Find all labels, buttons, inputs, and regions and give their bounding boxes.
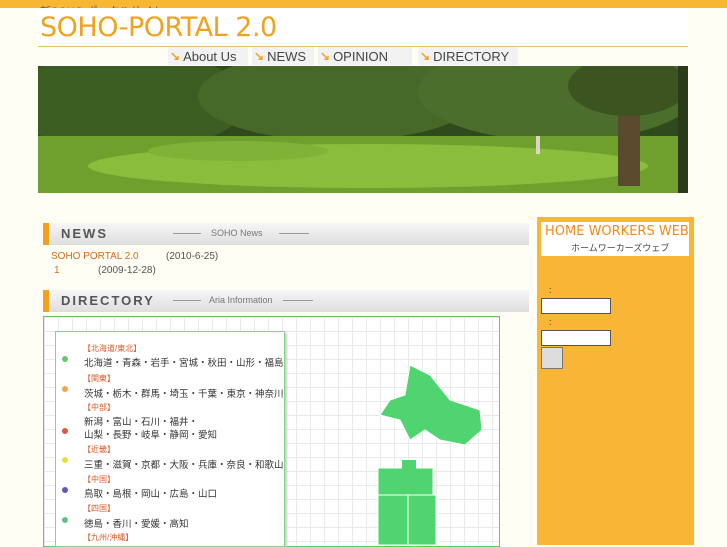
nav-about-us[interactable]: ↘ About Us [168,47,248,65]
banner-subtitle: ホームワーカーズウェブ [571,243,670,253]
map-region-west[interactable] [377,494,409,545]
login-field-label: : [549,285,552,295]
password-input[interactable] [541,330,611,346]
map-region-tip[interactable] [402,460,416,470]
region-prefectures[interactable]: 北海道・青森・岩手・宮城・秋田・山形・福島 [84,355,284,369]
region-prefectures[interactable]: 徳島・香川・愛媛・高知 [84,516,189,530]
region-prefectures[interactable]: 山梨・長野・岐阜・静岡・愛知 [84,427,217,441]
news-item[interactable]: SOHO PORTAL 2.0 [51,251,139,262]
login-button[interactable] [541,347,563,369]
region-heading: 【北海道/東北】 [83,344,142,353]
region-bullet-icon [62,457,68,463]
region-bullet-icon [62,428,68,434]
nav-label: DIRECTORY [433,48,510,64]
divider [283,300,313,301]
region-bullet-icon [62,487,68,493]
news-title: NEWS [61,226,108,241]
nav-directory[interactable]: ↘ DIRECTORY [418,47,518,65]
region-prefectures[interactable]: 茨城・栃木・群馬・埼玉・千葉・東京・神奈川 [84,386,284,400]
home-workers-web-banner[interactable]: HOME WORKERS WEB ホームワーカーズウェブ [541,222,689,256]
header-logo-area: SOHO-PORTAL 2.0 [38,8,688,47]
news-item-date: (2010-6-25) [166,251,219,262]
nav-news[interactable]: ↘ NEWS [252,47,314,65]
region-prefectures[interactable]: 鳥取・島根・岡山・広島・山口 [84,486,217,500]
japan-map[interactable] [370,360,490,545]
arrow-icon: ↘ [170,49,181,63]
divider [173,233,201,234]
news-item-title[interactable]: 1 [54,265,60,276]
directory-header: DIRECTORY Aria Information [43,290,529,312]
news-subtitle: SOHO News [211,228,263,238]
arrow-icon: ↘ [320,49,331,63]
map-region-east[interactable] [407,494,437,545]
region-prefectures[interactable]: 新潟・富山・石川・福井・ [84,414,198,428]
news-item-date: (2009-12-28) [98,265,156,276]
nav-label: OPINION [333,48,388,64]
arrow-icon: ↘ [254,49,265,63]
map-hokkaido[interactable] [379,364,483,446]
region-heading: 【近畿】 [83,445,115,454]
password-field-label: : [549,317,552,327]
region-bullet-icon [62,356,68,362]
region-heading: 【関東】 [83,374,115,383]
region-heading: 【四国】 [83,504,115,513]
region-heading: 【中国】 [83,475,115,484]
login-id-input[interactable] [541,298,611,314]
region-bullet-icon [62,386,68,392]
region-prefectures[interactable]: 三重・滋賀・京都・大阪・兵庫・奈良・和歌山 [84,457,284,471]
nav-label: About Us [183,48,237,64]
sidebar [537,217,694,545]
directory-subtitle: Aria Information [209,295,273,305]
region-heading: 【中部】 [83,403,115,412]
divider [173,300,201,301]
nav-label: NEWS [267,48,307,64]
hero-image [38,66,688,193]
divider [279,233,309,234]
site-logo[interactable]: SOHO-PORTAL 2.0 [40,12,277,43]
directory-title: DIRECTORY [61,293,155,308]
banner-title: HOME WORKERS WEB [545,224,689,239]
arrow-icon: ↘ [420,49,431,63]
region-bullet-icon [62,517,68,523]
news-item-title[interactable]: SOHO PORTAL 2.0 [51,251,139,262]
region-heading: 【九州/沖縄】 [83,533,134,542]
news-header: NEWS SOHO News [43,223,529,245]
nav-opinion[interactable]: ↘ OPINION [318,47,412,65]
